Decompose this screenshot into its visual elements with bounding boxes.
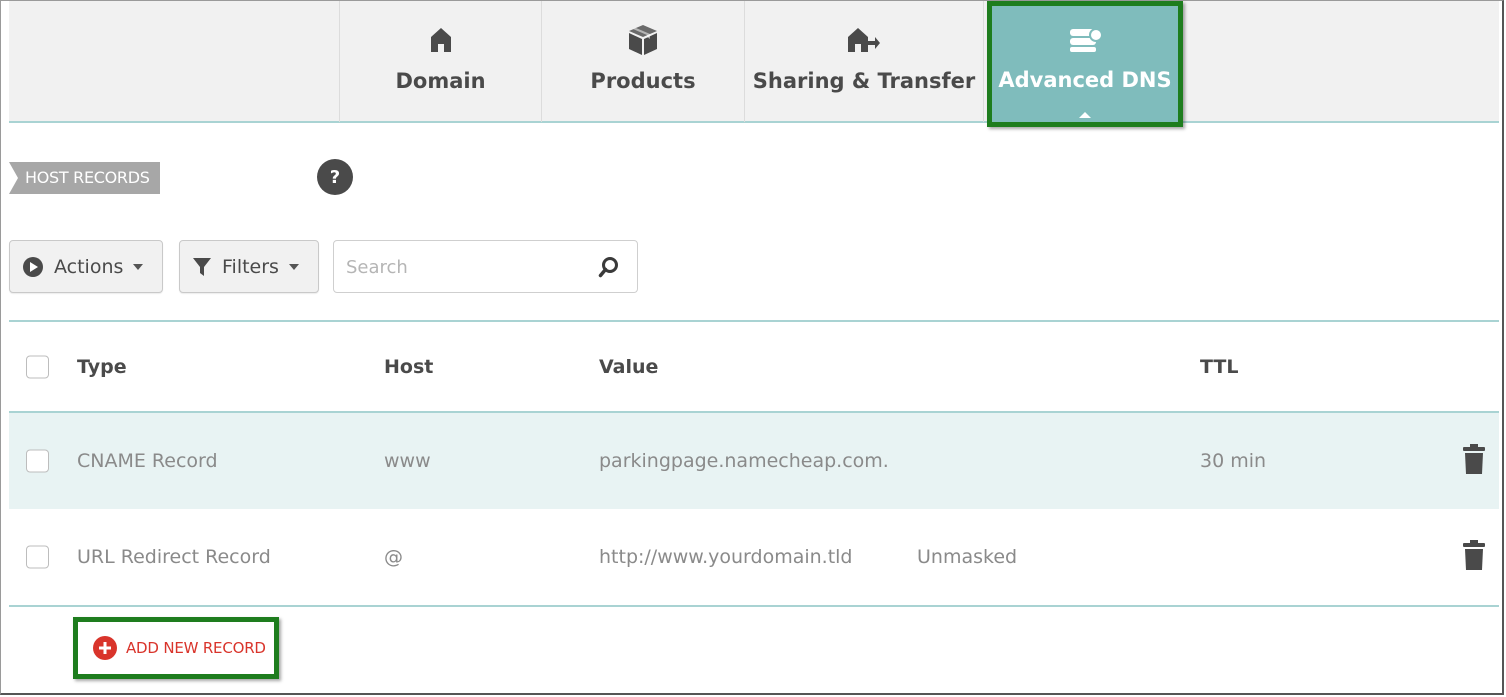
table-header: Type Host Value TTL — [9, 320, 1499, 413]
host-records-label: HOST RECORDS — [9, 162, 160, 194]
actions-button[interactable]: Actions — [9, 240, 163, 293]
funnel-icon — [192, 256, 212, 278]
row-checkbox[interactable] — [26, 449, 49, 473]
chevron-down-icon — [288, 263, 299, 270]
trash-icon[interactable] — [1463, 540, 1485, 574]
header-value: Value — [599, 355, 659, 378]
search-box — [333, 240, 638, 293]
tab-sharing-transfer[interactable]: Sharing & Transfer — [744, 1, 984, 122]
table-row[interactable]: CNAME Record www parkingpage.namecheap.c… — [9, 413, 1499, 509]
header-ttl: TTL — [1200, 355, 1239, 378]
tab-products[interactable]: Products — [541, 1, 744, 122]
chevron-down-icon — [133, 263, 144, 270]
house-arrow-icon — [847, 23, 881, 57]
row-checkbox[interactable] — [26, 545, 49, 569]
record-type: CNAME Record — [77, 450, 218, 472]
filters-button[interactable]: Filters — [179, 240, 319, 293]
select-all-checkbox[interactable] — [26, 355, 49, 378]
record-type: URL Redirect Record — [77, 546, 271, 568]
dns-server-icon — [1068, 23, 1102, 57]
house-icon — [430, 23, 452, 57]
tab-advanced-label: Advanced DNS — [998, 68, 1172, 92]
plus-circle-icon — [93, 636, 117, 660]
trash-icon[interactable] — [1463, 444, 1485, 478]
record-ttl: 30 min — [1200, 450, 1267, 472]
actions-label: Actions — [54, 255, 124, 278]
search-icon[interactable] — [598, 256, 620, 282]
filters-label: Filters — [222, 255, 279, 278]
tab-domain-label: Domain — [395, 69, 486, 93]
record-host: www — [384, 450, 431, 472]
header-host: Host — [384, 355, 434, 378]
search-input[interactable] — [346, 253, 586, 281]
active-tab-caret — [1079, 112, 1091, 118]
add-new-record-label: ADD NEW RECORD — [126, 639, 266, 657]
help-icon[interactable]: ? — [317, 159, 353, 195]
play-circle-icon — [22, 256, 44, 278]
tab-advanced-dns[interactable]: Advanced DNS — [987, 1, 1183, 127]
box-icon — [628, 23, 658, 57]
tab-products-label: Products — [590, 69, 696, 93]
redirect-type: Unmasked — [917, 546, 1018, 568]
window-frame: Domain Products Sharing & Transfer Advan… — [0, 0, 1504, 695]
record-host: @ — [384, 546, 403, 568]
record-value: http://www.yourdomain.tld — [599, 546, 853, 568]
table-row[interactable]: URL Redirect Record @ http://www.yourdom… — [9, 509, 1499, 607]
host-records-table: Type Host Value TTL CNAME Record www par… — [9, 320, 1499, 607]
tab-domain[interactable]: Domain — [339, 1, 541, 122]
add-new-record-button[interactable]: ADD NEW RECORD — [73, 617, 279, 679]
header-type: Type — [77, 355, 127, 378]
record-value: parkingpage.namecheap.com. — [599, 450, 889, 472]
top-navigation: Domain Products Sharing & Transfer Advan… — [9, 1, 1499, 127]
tab-sharing-label: Sharing & Transfer — [752, 69, 976, 93]
